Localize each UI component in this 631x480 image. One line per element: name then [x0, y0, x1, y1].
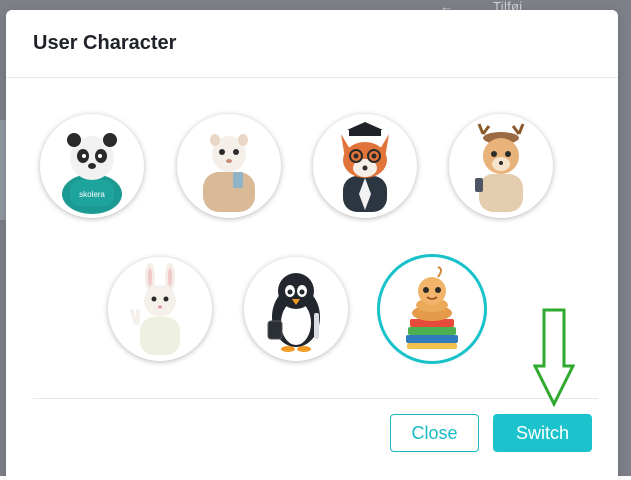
ferret-character-icon	[203, 134, 255, 212]
character-option-bunny[interactable]	[108, 257, 212, 361]
fox-character-icon	[341, 122, 389, 212]
switch-button[interactable]: Switch	[493, 414, 592, 452]
character-option-panda[interactable]: skolera	[40, 114, 144, 218]
header-divider	[6, 77, 618, 78]
character-option-deer[interactable]	[449, 114, 553, 218]
bunny-character-icon	[130, 263, 180, 355]
character-option-bookworm[interactable]	[380, 257, 484, 361]
panda-hoodie-label: skolera	[79, 190, 105, 199]
panda-character-icon: skolera	[62, 133, 122, 214]
bookworm-character-icon	[406, 266, 458, 349]
annotation-arrow-down-icon	[533, 308, 575, 408]
character-option-fox[interactable]	[313, 114, 417, 218]
character-option-ferret[interactable]	[177, 114, 281, 218]
deer-character-icon	[475, 123, 525, 212]
user-character-dialog: User Character skolera Close Switch	[6, 10, 618, 480]
close-button[interactable]: Close	[390, 414, 479, 452]
dialog-title: User Character	[33, 32, 177, 54]
penguin-character-icon	[267, 273, 320, 352]
footer-divider	[33, 398, 598, 399]
character-option-penguin[interactable]	[244, 257, 348, 361]
